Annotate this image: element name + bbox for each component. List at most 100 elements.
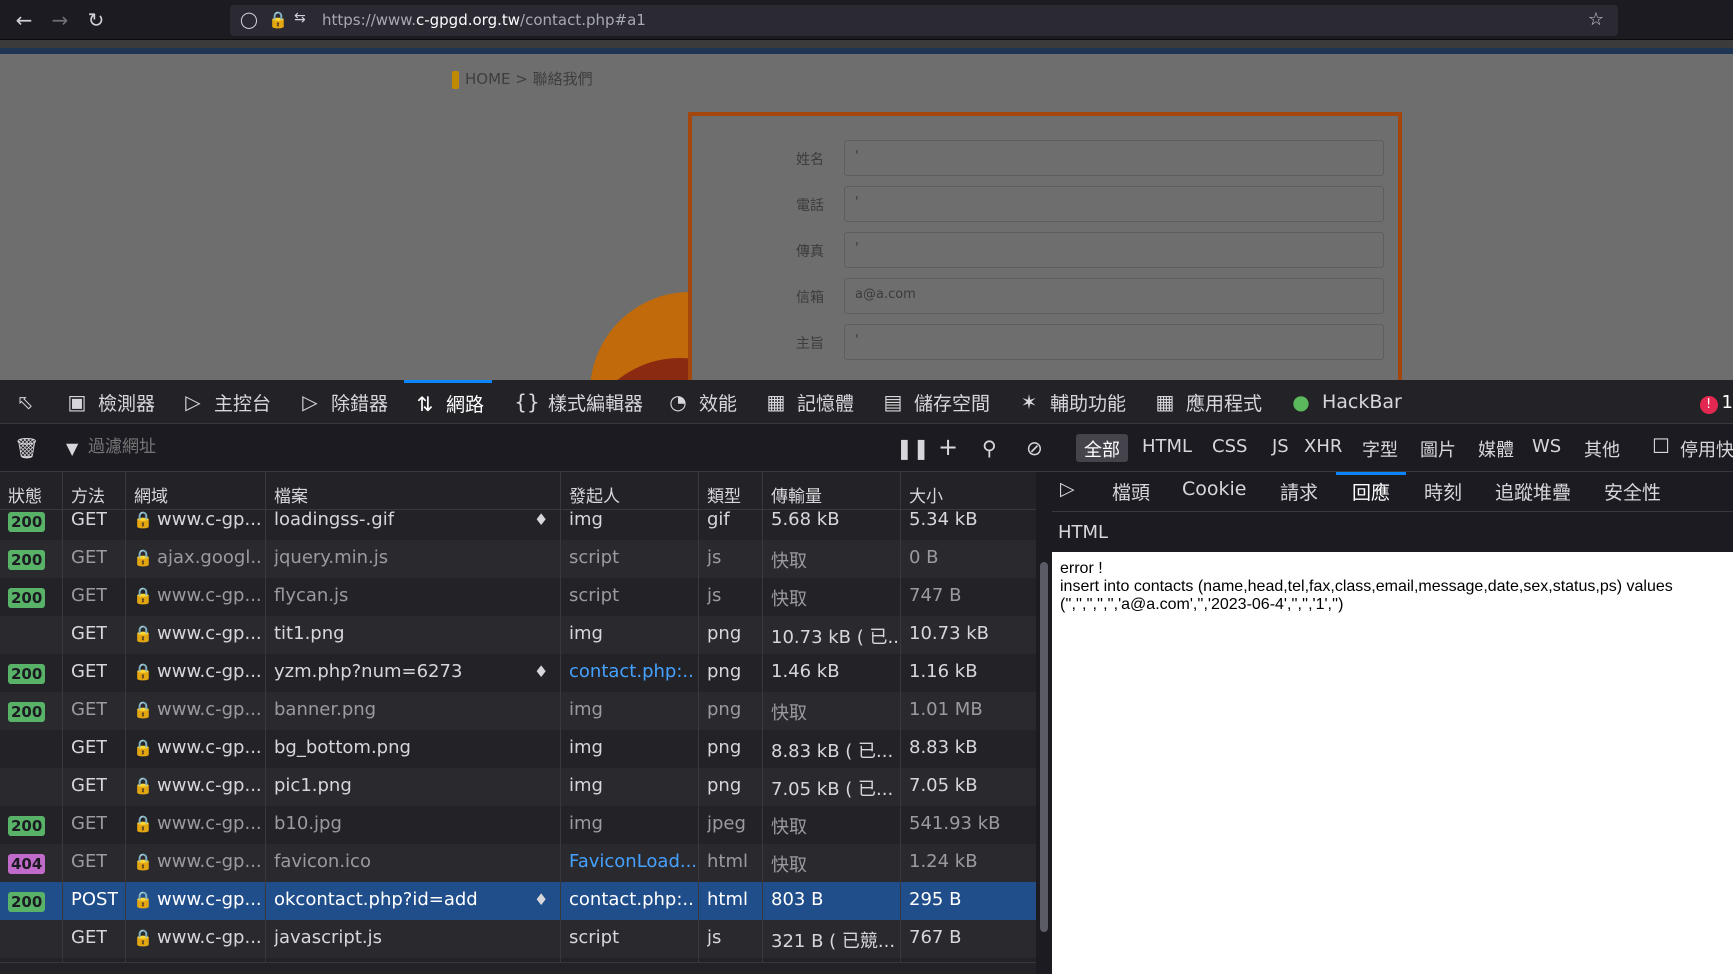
reload-icon[interactable]: ↻ <box>84 8 108 32</box>
domain-cell: www.c-gp... <box>157 775 261 796</box>
tab-application[interactable]: ▦ 應用程式 <box>1152 380 1262 424</box>
error-count-badge[interactable]: ! 1 <box>1699 392 1733 414</box>
filter-css[interactable]: CSS <box>1204 434 1255 462</box>
filter-images[interactable]: 圖片 <box>1412 434 1464 462</box>
bookmark-star-icon[interactable]: ☆ <box>1588 9 1604 30</box>
shield-icon[interactable]: ◯ <box>240 10 258 29</box>
tab-security[interactable]: 安全性 <box>1604 478 1661 505</box>
tab-network[interactable]: ⇅ 網路 <box>404 380 493 424</box>
disable-cache-checkbox[interactable]: ☐ <box>1652 434 1670 458</box>
url-text[interactable]: https://www.c-gpgd.org.tw/contact.php#a1 <box>322 11 646 29</box>
hackbar-icon: ● <box>1292 390 1310 414</box>
filter-js[interactable]: JS <box>1264 434 1297 462</box>
filter-fonts[interactable]: 字型 <box>1354 434 1406 462</box>
method-cell: GET <box>71 813 108 834</box>
domain-cell: www.c-gp... <box>157 661 261 682</box>
column-divider[interactable] <box>900 472 901 962</box>
transferred-cell: 快取 <box>771 589 807 610</box>
tab-memory[interactable]: ▦ 記憶體 <box>763 380 854 424</box>
tab-request[interactable]: 請求 <box>1280 478 1318 505</box>
table-row[interactable]: 404 GET 🔒 www.c-gp... favicon.ico FaviconLoad… <box>0 844 1036 882</box>
tab-debugger[interactable]: ▷ 除錯器 <box>297 380 388 424</box>
filter-other[interactable]: 其他 <box>1576 434 1628 462</box>
column-divider[interactable] <box>265 472 266 962</box>
search-icon[interactable]: ⚲ <box>982 436 997 460</box>
type-cell: jpeg <box>707 813 746 834</box>
permissions-icon[interactable]: ⇆ <box>294 10 306 26</box>
tab-performance[interactable]: ◔ 效能 <box>665 380 737 424</box>
filter-ws[interactable]: WS <box>1524 434 1569 462</box>
table-row[interactable]: GET 🔒 www.c-gp... javascript.js script js 321 … <box>0 920 1036 958</box>
table-row[interactable]: GET 🔒 www.c-gp... tit1.png img png 10.73 kB ( … <box>0 616 1036 654</box>
breadcrumb-text[interactable]: HOME > 聯絡我們 <box>465 70 593 88</box>
tab-hackbar[interactable]: ● HackBar <box>1288 380 1402 424</box>
subject-input[interactable]: ' <box>844 324 1384 360</box>
back-arrow-icon[interactable]: ← <box>12 8 36 32</box>
column-divider[interactable] <box>125 472 126 962</box>
initiator-cell[interactable]: contact.php:... <box>569 889 695 910</box>
column-divider[interactable] <box>62 472 63 962</box>
lock-icon[interactable]: 🔒 <box>268 10 288 29</box>
initiator-cell[interactable]: contact.php:... <box>569 661 695 682</box>
transferred-cell: 8.83 kB ( 已... <box>771 741 894 762</box>
status-badge: 200 <box>8 512 46 532</box>
lock-icon: 🔒 <box>133 586 153 605</box>
table-row[interactable]: GET 🔒 www.c-gp... pic1.png img png 7.05 kB ( 已… <box>0 768 1036 806</box>
pause-icon[interactable]: ❚❚ <box>896 436 930 460</box>
error-count: 1 <box>1721 392 1733 413</box>
table-row[interactable]: 200 POST 🔒 www.c-gp... okcontact.php?id=add ♦… <box>0 882 1036 920</box>
table-row[interactable]: 200 GET 🔒 www.c-gp... loadingss-.gif ♦ img gif 5… <box>0 502 1036 540</box>
active-tab-indicator <box>1336 472 1406 475</box>
tab-headers[interactable]: 檔頭 <box>1112 478 1150 505</box>
table-row[interactable]: 200 GET 🔒 www.c-gp... flycan.js script js 快取 747… <box>0 578 1036 616</box>
column-divider[interactable] <box>698 472 699 962</box>
tab-stack-trace[interactable]: 追蹤堆疊 <box>1495 478 1571 505</box>
scrollbar-thumb[interactable] <box>1040 562 1048 932</box>
filter-url-input[interactable] <box>88 437 388 457</box>
method-cell: GET <box>71 509 108 530</box>
column-divider[interactable] <box>762 472 763 962</box>
tab-console[interactable]: ▷ 主控台 <box>180 380 271 424</box>
filter-html[interactable]: HTML <box>1134 434 1200 462</box>
method-cell: GET <box>71 623 108 644</box>
table-row[interactable]: 200 GET 🔒 ajax.googl... jquery.min.js script j… <box>0 540 1036 578</box>
name-input[interactable]: ' <box>844 140 1384 176</box>
tab-accessibility[interactable]: ✶ 輔助功能 <box>1016 380 1126 424</box>
toggle-panel-icon[interactable]: ▷ <box>1060 478 1075 500</box>
table-row[interactable]: 200 GET 🔒 www.c-gp... yzm.php?num=6273 ♦ conta… <box>0 654 1036 692</box>
tab-inspector[interactable]: ▣ 檢測器 <box>64 380 155 424</box>
table-row[interactable]: 200 GET 🔒 www.c-gp... b10.jpg img jpeg 快取 541.93… <box>0 806 1036 844</box>
form-label: 主旨 <box>796 336 824 352</box>
fax-input[interactable]: ' <box>844 232 1384 268</box>
request-detail-panel: ▷ 檔頭 Cookie 請求 回應 時刻 追蹤堆疊 安全性 HTML error… <box>1052 472 1733 974</box>
tab-style-editor[interactable]: {} 樣式編輯器 <box>514 380 643 424</box>
email-input[interactable]: a@a.com <box>844 278 1384 314</box>
tab-cookie[interactable]: Cookie <box>1182 478 1247 500</box>
initiator-cell[interactable]: FaviconLoad... <box>569 851 695 872</box>
address-bar[interactable]: ◯ 🔒 ⇆ https://www.c-gpgd.org.tw/contact.… <box>230 5 1618 36</box>
inspector-icon: ▣ <box>67 390 87 414</box>
column-divider[interactable] <box>560 472 561 962</box>
filter-xhr[interactable]: XHR <box>1296 434 1350 462</box>
type-cell: html <box>707 889 749 910</box>
filter-all[interactable]: 全部 <box>1076 434 1128 462</box>
lock-icon: 🔒 <box>133 548 153 567</box>
tab-response[interactable]: 回應 <box>1352 478 1390 505</box>
add-icon[interactable]: + <box>938 433 958 461</box>
table-row[interactable]: GET 🔒 www.c-gp... bg_bottom.png img png 8.83 k… <box>0 730 1036 768</box>
domain-cell: www.c-gp... <box>157 585 261 606</box>
breadcrumb-marker <box>452 70 459 89</box>
file-cell: yzm.php?num=6273 <box>274 661 463 682</box>
table-scrollbar[interactable] <box>1036 472 1052 962</box>
phone-input[interactable]: ' <box>844 186 1384 222</box>
trash-icon[interactable]: 🗑 <box>14 436 39 460</box>
element-picker-icon[interactable]: ⬁ <box>12 380 46 424</box>
block-icon[interactable]: ⊘ <box>1026 436 1043 460</box>
forward-arrow-icon[interactable]: → <box>48 8 72 32</box>
response-line: ('','','','','','a@a.com','','2023-06-4'… <box>1060 596 1344 613</box>
filter-media[interactable]: 媒體 <box>1470 434 1522 462</box>
tab-storage[interactable]: ▤ 儲存空間 <box>880 380 990 424</box>
response-body[interactable]: error ! insert into contacts (name,head,… <box>1052 552 1733 974</box>
table-row[interactable]: 200 GET 🔒 www.c-gp... banner.png img png 快取 1.01… <box>0 692 1036 730</box>
tab-timings[interactable]: 時刻 <box>1424 478 1462 505</box>
